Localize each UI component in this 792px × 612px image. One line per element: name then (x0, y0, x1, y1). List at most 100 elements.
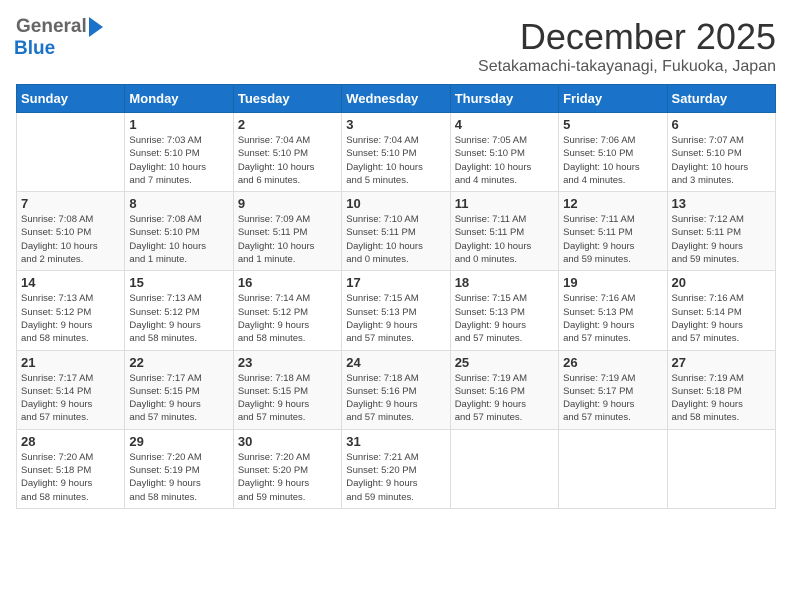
calendar-cell: 24 Sunrise: 7:18 AM Sunset: 5:16 PM Dayli… (342, 350, 450, 429)
weekday-header-thursday: Thursday (450, 85, 558, 113)
calendar-week-row: 28Sunrise: 7:20 AM Sunset: 5:18 PM Dayli… (17, 429, 776, 508)
cell-info: Sunrise: 7:20 AM Sunset: 5:18 PM Dayligh… (21, 451, 120, 504)
cell-day-number: 30 (238, 434, 337, 449)
calendar-cell: 15Sunrise: 7:13 AM Sunset: 5:12 PM Dayli… (125, 271, 233, 350)
calendar-cell: 26 Sunrise: 7:19 AM Sunset: 5:17 PM Dayli… (559, 350, 667, 429)
cell-info: Sunrise: 7:20 AM Sunset: 5:19 PM Dayligh… (129, 451, 228, 504)
cell-info: Sunrise: 7:09 AM Sunset: 5:11 PM Dayligh… (238, 213, 337, 266)
cell-info: Sunrise: 7:03 AM Sunset: 5:10 PM Dayligh… (129, 134, 228, 187)
cell-info: Sunrise: 7:18 AM Sunset: 5:15 PM Dayligh… (238, 372, 337, 425)
cell-info: Sunrise: 7:17 AM Sunset: 5:15 PM Dayligh… (129, 372, 228, 425)
calendar-cell (450, 429, 558, 508)
calendar-cell: 2Sunrise: 7:04 AM Sunset: 5:10 PM Daylig… (233, 113, 341, 192)
cell-info: Sunrise: 7:16 AM Sunset: 5:13 PM Dayligh… (563, 292, 662, 345)
weekday-header-sunday: Sunday (17, 85, 125, 113)
calendar-cell: 1 Sunrise: 7:03 AM Sunset: 5:10 PM Daylig… (125, 113, 233, 192)
cell-day-number: 25 (455, 355, 554, 370)
calendar-cell: 23Sunrise: 7:18 AM Sunset: 5:15 PM Dayli… (233, 350, 341, 429)
calendar-cell: 20Sunrise: 7:16 AM Sunset: 5:14 PM Dayli… (667, 271, 775, 350)
cell-info: Sunrise: 7:11 AM Sunset: 5:11 PM Dayligh… (563, 213, 662, 266)
cell-day-number: 4 (455, 117, 554, 132)
calendar-cell: 22 Sunrise: 7:17 AM Sunset: 5:15 PM Dayli… (125, 350, 233, 429)
calendar-cell: 14Sunrise: 7:13 AM Sunset: 5:12 PM Dayli… (17, 271, 125, 350)
cell-day-number: 15 (129, 275, 228, 290)
cell-day-number: 5 (563, 117, 662, 132)
calendar-cell: 10 Sunrise: 7:10 AM Sunset: 5:11 PM Dayli… (342, 192, 450, 271)
cell-day-number: 24 (346, 355, 445, 370)
cell-day-number: 7 (21, 196, 120, 211)
calendar-cell: 7 Sunrise: 7:08 AM Sunset: 5:10 PM Daylig… (17, 192, 125, 271)
cell-info: Sunrise: 7:19 AM Sunset: 5:18 PM Dayligh… (672, 372, 771, 425)
cell-info: Sunrise: 7:08 AM Sunset: 5:10 PM Dayligh… (129, 213, 228, 266)
weekday-header-wednesday: Wednesday (342, 85, 450, 113)
logo-general-text: General (16, 16, 87, 38)
cell-day-number: 6 (672, 117, 771, 132)
calendar-cell: 16Sunrise: 7:14 AM Sunset: 5:12 PM Dayli… (233, 271, 341, 350)
cell-day-number: 16 (238, 275, 337, 290)
cell-day-number: 31 (346, 434, 445, 449)
location-subtitle: Setakamachi-takayanagi, Fukuoka, Japan (478, 58, 776, 76)
cell-info: Sunrise: 7:20 AM Sunset: 5:20 PM Dayligh… (238, 451, 337, 504)
cell-info: Sunrise: 7:19 AM Sunset: 5:16 PM Dayligh… (455, 372, 554, 425)
cell-info: Sunrise: 7:15 AM Sunset: 5:13 PM Dayligh… (455, 292, 554, 345)
cell-info: Sunrise: 7:18 AM Sunset: 5:16 PM Dayligh… (346, 372, 445, 425)
cell-info: Sunrise: 7:19 AM Sunset: 5:17 PM Dayligh… (563, 372, 662, 425)
calendar-cell: 28Sunrise: 7:20 AM Sunset: 5:18 PM Dayli… (17, 429, 125, 508)
weekday-header-row: SundayMondayTuesdayWednesdayThursdayFrid… (17, 85, 776, 113)
calendar-week-row: 7 Sunrise: 7:08 AM Sunset: 5:10 PM Daylig… (17, 192, 776, 271)
cell-day-number: 8 (129, 196, 228, 211)
calendar-cell: 5 Sunrise: 7:06 AM Sunset: 5:10 PM Daylig… (559, 113, 667, 192)
weekday-header-tuesday: Tuesday (233, 85, 341, 113)
calendar-cell: 9 Sunrise: 7:09 AM Sunset: 5:11 PM Daylig… (233, 192, 341, 271)
calendar-cell: 25 Sunrise: 7:19 AM Sunset: 5:16 PM Dayli… (450, 350, 558, 429)
cell-info: Sunrise: 7:10 AM Sunset: 5:11 PM Dayligh… (346, 213, 445, 266)
cell-info: Sunrise: 7:11 AM Sunset: 5:11 PM Dayligh… (455, 213, 554, 266)
calendar-cell: 4 Sunrise: 7:05 AM Sunset: 5:10 PM Daylig… (450, 113, 558, 192)
calendar-cell: 31 Sunrise: 7:21 AM Sunset: 5:20 PM Dayli… (342, 429, 450, 508)
cell-day-number: 1 (129, 117, 228, 132)
cell-day-number: 19 (563, 275, 662, 290)
calendar-cell (559, 429, 667, 508)
calendar-cell (667, 429, 775, 508)
calendar-cell: 11 Sunrise: 7:11 AM Sunset: 5:11 PM Dayli… (450, 192, 558, 271)
calendar-cell: 18 Sunrise: 7:15 AM Sunset: 5:13 PM Dayli… (450, 271, 558, 350)
calendar-week-row: 21 Sunrise: 7:17 AM Sunset: 5:14 PM Dayli… (17, 350, 776, 429)
calendar-cell: 30 Sunrise: 7:20 AM Sunset: 5:20 PM Dayli… (233, 429, 341, 508)
cell-day-number: 26 (563, 355, 662, 370)
logo-arrow-icon (89, 17, 103, 37)
logo-blue-text: Blue (14, 38, 55, 59)
cell-day-number: 3 (346, 117, 445, 132)
calendar-cell (17, 113, 125, 192)
cell-day-number: 22 (129, 355, 228, 370)
weekday-header-friday: Friday (559, 85, 667, 113)
cell-day-number: 18 (455, 275, 554, 290)
cell-info: Sunrise: 7:17 AM Sunset: 5:14 PM Dayligh… (21, 372, 120, 425)
calendar-cell: 6 Sunrise: 7:07 AM Sunset: 5:10 PM Daylig… (667, 113, 775, 192)
cell-day-number: 13 (672, 196, 771, 211)
logo: General Blue (16, 16, 103, 60)
cell-info: Sunrise: 7:04 AM Sunset: 5:10 PM Dayligh… (346, 134, 445, 187)
cell-day-number: 14 (21, 275, 120, 290)
calendar-cell: 12Sunrise: 7:11 AM Sunset: 5:11 PM Dayli… (559, 192, 667, 271)
cell-day-number: 10 (346, 196, 445, 211)
cell-day-number: 9 (238, 196, 337, 211)
calendar-table: SundayMondayTuesdayWednesdayThursdayFrid… (16, 84, 776, 509)
cell-info: Sunrise: 7:12 AM Sunset: 5:11 PM Dayligh… (672, 213, 771, 266)
cell-day-number: 11 (455, 196, 554, 211)
cell-info: Sunrise: 7:15 AM Sunset: 5:13 PM Dayligh… (346, 292, 445, 345)
title-area: December 2025 Setakamachi-takayanagi, Fu… (478, 16, 776, 76)
cell-info: Sunrise: 7:21 AM Sunset: 5:20 PM Dayligh… (346, 451, 445, 504)
cell-info: Sunrise: 7:16 AM Sunset: 5:14 PM Dayligh… (672, 292, 771, 345)
weekday-header-saturday: Saturday (667, 85, 775, 113)
weekday-header-monday: Monday (125, 85, 233, 113)
cell-info: Sunrise: 7:06 AM Sunset: 5:10 PM Dayligh… (563, 134, 662, 187)
cell-info: Sunrise: 7:07 AM Sunset: 5:10 PM Dayligh… (672, 134, 771, 187)
calendar-cell: 17 Sunrise: 7:15 AM Sunset: 5:13 PM Dayli… (342, 271, 450, 350)
cell-info: Sunrise: 7:05 AM Sunset: 5:10 PM Dayligh… (455, 134, 554, 187)
cell-day-number: 21 (21, 355, 120, 370)
cell-info: Sunrise: 7:08 AM Sunset: 5:10 PM Dayligh… (21, 213, 120, 266)
cell-day-number: 27 (672, 355, 771, 370)
cell-info: Sunrise: 7:04 AM Sunset: 5:10 PM Dayligh… (238, 134, 337, 187)
cell-day-number: 17 (346, 275, 445, 290)
calendar-cell: 3 Sunrise: 7:04 AM Sunset: 5:10 PM Daylig… (342, 113, 450, 192)
